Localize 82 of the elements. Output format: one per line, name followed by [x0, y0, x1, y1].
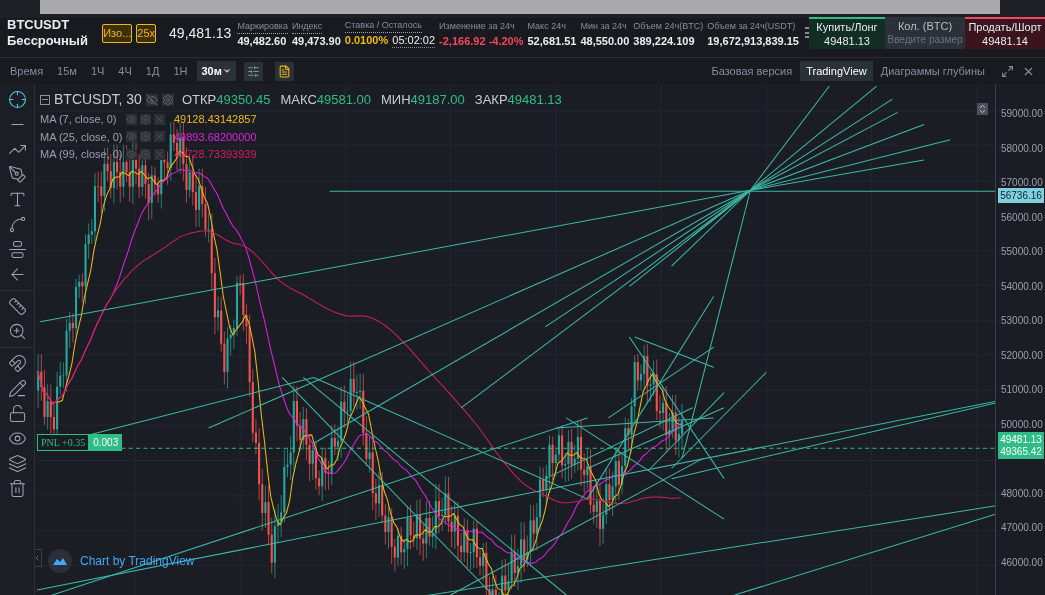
interval-tab[interactable]: 1Ч — [86, 61, 109, 81]
last-price: 49,481.13 — [169, 23, 232, 43]
indicator-value: 49128.43142857 — [174, 112, 257, 127]
fullscreen-icon[interactable] — [1001, 64, 1014, 78]
stat-value: 52,681.51 — [527, 33, 577, 48]
stat-value: 0.0100% — [344, 33, 389, 48]
trash-icon[interactable] — [7, 479, 27, 498]
stat-value: -2,166.92 -4.20% — [439, 33, 524, 48]
crosshair-icon[interactable] — [7, 90, 27, 109]
stat-label: Ставка / Осталось — [344, 18, 422, 33]
price-axis-label: 46000.00 — [1001, 555, 1043, 570]
position-size: 0.003 — [89, 434, 123, 451]
collapse-toolbar-icon[interactable] — [35, 549, 42, 567]
pen-icon[interactable] — [7, 165, 27, 184]
price-tag: 49365.42 — [998, 444, 1044, 459]
price-tag: 56736.16 — [998, 188, 1044, 203]
stat-value: 49,473.90 — [291, 33, 341, 48]
ohlc-value: МАКС49581.00 — [280, 90, 371, 109]
interval-tab[interactable]: 1Д — [141, 61, 164, 81]
zoom-in-icon[interactable] — [7, 322, 27, 341]
visibility-icon[interactable] — [145, 93, 158, 106]
time-label: Время — [10, 63, 44, 79]
leverage-button[interactable]: 25x — [136, 23, 157, 43]
stat-label: Макс 24ч — [527, 19, 566, 33]
price-axis-label: 53000.00 — [1001, 314, 1043, 328]
drag-handle-icon[interactable] — [805, 27, 807, 39]
caret-icon — [221, 66, 232, 76]
stat-value: 48,550.00 — [580, 33, 630, 48]
price-axis-label: 50000.00 — [1001, 417, 1043, 432]
price-axis-label: 51000.00 — [1001, 383, 1043, 397]
sell-short-button[interactable]: Продать/Шорт 49481.14 — [965, 17, 1045, 49]
stat-value: 49,482.60 — [237, 33, 287, 48]
scale-toggle-icon[interactable] — [977, 103, 988, 115]
collapse-icon[interactable] — [40, 94, 50, 105]
quantity-input[interactable]: Введите размер — [886, 33, 964, 47]
price-axis-label: 59000.00 — [1001, 107, 1043, 121]
stat-value: 19,672,913,839.15 — [707, 33, 799, 48]
stat-label: Объем за 24ч(USDT) — [707, 19, 796, 33]
stat-label: Мин за 24ч — [580, 19, 627, 33]
indicator-label: MA (7, close, 0) — [40, 112, 118, 127]
stat-value: 389,224.109 — [633, 33, 695, 48]
interval-tab[interactable]: 15м — [53, 61, 81, 81]
price-axis-label: 47000.00 — [1001, 521, 1043, 535]
interval-tab[interactable]: 30м — [197, 61, 236, 81]
ruler-icon[interactable] — [7, 297, 27, 316]
measure-lines-icon[interactable] — [7, 240, 27, 259]
stat-label: Индекс — [291, 18, 323, 34]
settings-icon[interactable] — [243, 61, 263, 81]
stat-value: 05:02:02 — [392, 33, 436, 48]
magnet-icon[interactable] — [7, 354, 27, 373]
symbol-name: BTCUSDT — [7, 17, 71, 33]
view-tab[interactable]: Базовая версия — [705, 61, 799, 81]
interval-tab[interactable]: 4Ч — [114, 61, 136, 81]
stat-label: Маркировка — [237, 18, 288, 34]
settings-icon[interactable] — [161, 93, 174, 106]
quantity-field[interactable]: Кол. (BTC) Введите размер — [885, 17, 965, 49]
pnl-label: PNL +0.35 — [37, 434, 90, 451]
ohlc-value: МИН49187.00 — [381, 90, 465, 109]
price-axis-label: 57000.00 — [1001, 176, 1043, 190]
document-icon[interactable] — [274, 61, 294, 81]
scrollbar-thumb[interactable] — [40, 0, 1000, 14]
view-tab[interactable]: Диаграммы глубины — [874, 61, 991, 81]
stat-label: Объем 24ч(BTC) — [633, 19, 704, 33]
layers-icon[interactable] — [7, 454, 27, 473]
price-axis-label: 54000.00 — [1001, 279, 1043, 294]
ohlc-value: ОТКР49350.45 — [181, 90, 271, 109]
price-axis-label: 48000.00 — [1001, 486, 1043, 501]
chart-title: BTCUSDT, 30 — [54, 90, 142, 109]
stat-label: Изменение за 24ч — [439, 19, 515, 33]
price-axis-label: 52000.00 — [1001, 348, 1043, 363]
eye-icon[interactable] — [7, 429, 27, 448]
indicator-label: MA (25, close, 0) — [40, 129, 123, 145]
contract-type: Бессрочный — [7, 33, 86, 49]
price-axis-label: 58000.00 — [1001, 141, 1043, 156]
ohlc-value: ЗАКР49481.13 — [474, 90, 562, 109]
view-tab[interactable]: TradingView — [800, 61, 873, 81]
price-axis-label: 55000.00 — [1001, 245, 1043, 259]
buy-long-button[interactable]: Купить/Лонг 49481.13 — [809, 17, 885, 49]
margin-mode-button[interactable]: Изо... — [102, 23, 133, 43]
interval-tab[interactable]: 1Н — [169, 61, 192, 81]
price-axis-label: 56000.00 — [1001, 210, 1043, 225]
unlock-icon[interactable] — [7, 404, 27, 423]
